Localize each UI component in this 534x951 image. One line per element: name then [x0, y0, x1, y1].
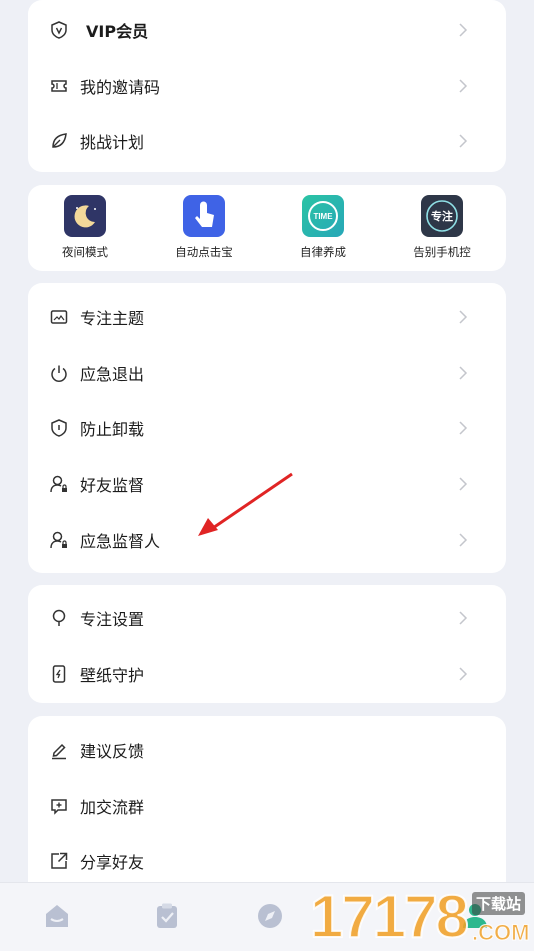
- share-friend-row[interactable]: 分享好友: [28, 833, 506, 889]
- focus-theme-label: 专注主题: [80, 309, 145, 328]
- phone-addiction-tool[interactable]: 专注 告别手机控: [387, 195, 497, 265]
- invite-code-row[interactable]: 我的邀请码: [28, 58, 506, 114]
- account-card: VIP会员 我的邀请码 挑战计划: [28, 0, 506, 172]
- chevron-right-icon: [459, 667, 468, 681]
- night-mode-label: 夜间模式: [62, 245, 108, 259]
- ticket-icon: [48, 75, 70, 97]
- leaf-icon: [48, 130, 70, 152]
- share-friend-label: 分享好友: [80, 853, 145, 872]
- focus-settings-row[interactable]: 专注设置: [28, 590, 506, 646]
- self-discipline-tool[interactable]: TIME 自律养成: [268, 195, 378, 265]
- vip-shield-icon: [48, 19, 70, 41]
- social-card: 建议反馈 加交流群 分享好友: [28, 716, 506, 906]
- focus-theme-row[interactable]: 专注主题: [28, 289, 506, 345]
- prevent-uninstall-row[interactable]: 防止卸载: [28, 400, 506, 456]
- focus-icon: 专注: [421, 195, 463, 237]
- challenge-plan-row[interactable]: 挑战计划: [28, 113, 506, 169]
- share-icon: [48, 850, 70, 872]
- bulb-icon: [48, 607, 70, 629]
- moon-icon: [64, 195, 106, 237]
- chevron-right-icon: [459, 611, 468, 625]
- chevron-right-icon: [459, 533, 468, 547]
- feedback-label: 建议反馈: [80, 742, 145, 761]
- chevron-right-icon: [459, 421, 468, 435]
- clipboard-icon[interactable]: [152, 901, 182, 931]
- watermark-suffix: .COM: [471, 920, 530, 946]
- chevron-right-icon: [459, 23, 468, 37]
- phone-bolt-icon: [48, 663, 70, 685]
- feedback-row[interactable]: 建议反馈: [28, 722, 506, 778]
- watermark-number: 17178: [309, 882, 470, 951]
- watermark-logo: 17178 下载站 .COM: [309, 882, 534, 951]
- vip-member-row[interactable]: VIP会员: [28, 2, 506, 58]
- image-icon: [48, 306, 70, 328]
- join-group-row[interactable]: 加交流群: [28, 778, 506, 834]
- prevent-uninstall-label: 防止卸载: [80, 420, 145, 439]
- emergency-supervisor-label: 应急监督人: [80, 532, 161, 551]
- chevron-right-icon: [459, 310, 468, 324]
- user-lock-icon: [48, 529, 70, 551]
- chevron-right-icon: [459, 366, 468, 380]
- night-mode-tool[interactable]: 夜间模式: [30, 195, 140, 265]
- invite-code-label: 我的邀请码: [80, 78, 161, 97]
- vip-member-label: VIP会员: [86, 22, 149, 41]
- auto-click-tool[interactable]: 自动点击宝: [149, 195, 259, 265]
- emergency-exit-label: 应急退出: [80, 365, 145, 384]
- watermark-site-label: 下载站: [472, 892, 526, 915]
- focus-badge-text: 专注: [431, 209, 453, 223]
- tools-card: 夜间模式 自动点击宝 TIME 自律养成 专注 告别手机控: [28, 185, 506, 271]
- challenge-plan-label: 挑战计划: [80, 133, 145, 152]
- settings-card: 专注设置 壁纸守护: [28, 585, 506, 703]
- wallpaper-guard-label: 壁纸守护: [80, 666, 145, 685]
- tap-hand-icon: [183, 195, 225, 237]
- chevron-right-icon: [459, 477, 468, 491]
- self-discipline-label: 自律养成: [300, 245, 346, 259]
- friend-supervision-label: 好友监督: [80, 476, 145, 495]
- phone-addiction-label: 告别手机控: [413, 245, 471, 259]
- chevron-right-icon: [459, 79, 468, 93]
- focus-settings-label: 专注设置: [80, 610, 145, 629]
- join-group-label: 加交流群: [80, 798, 145, 817]
- emergency-exit-row[interactable]: 应急退出: [28, 345, 506, 401]
- power-icon: [48, 362, 70, 384]
- user-lock-icon: [48, 473, 70, 495]
- time-icon: TIME: [302, 195, 344, 237]
- pencil-icon: [48, 739, 70, 761]
- shield-icon: [48, 417, 70, 439]
- chat-plus-icon: [48, 795, 70, 817]
- compass-icon[interactable]: [255, 901, 285, 931]
- time-badge-text: TIME: [313, 212, 333, 221]
- wallpaper-guard-row[interactable]: 壁纸守护: [28, 646, 506, 702]
- auto-click-label: 自动点击宝: [175, 245, 233, 259]
- chevron-right-icon: [459, 134, 468, 148]
- home-icon[interactable]: [42, 901, 72, 931]
- annotation-arrow-icon: [198, 472, 293, 536]
